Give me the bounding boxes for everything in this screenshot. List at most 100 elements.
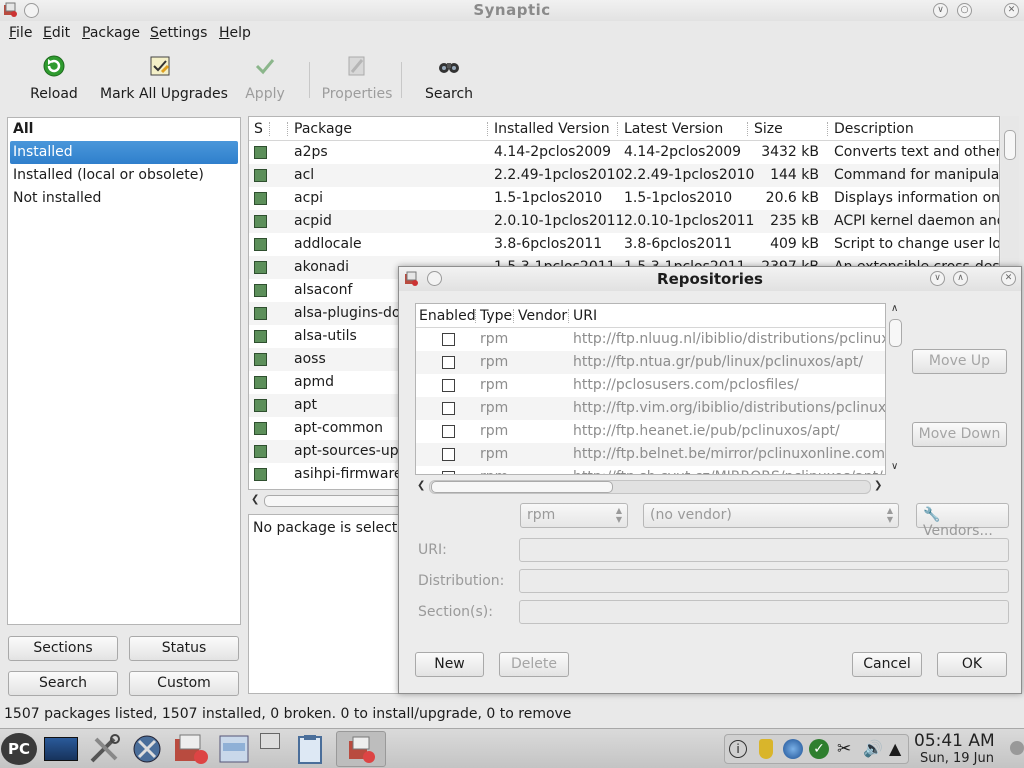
search-filter-button[interactable]: Search: [8, 671, 118, 696]
scrollbar-thumb[interactable]: [889, 319, 902, 347]
column-vendor[interactable]: Vendor: [518, 308, 567, 324]
clock-time[interactable]: 05:41 AM: [914, 731, 995, 751]
scroll-right-arrow[interactable]: ❯: [874, 480, 882, 491]
menu-package[interactable]: Package: [82, 25, 140, 41]
enabled-checkbox[interactable]: [442, 356, 455, 369]
table-row[interactable]: acpi 1.5-1pclos2010 1.5-1pclos2010 20.6 kB D…: [249, 187, 999, 210]
desktop-icon[interactable]: [44, 737, 78, 761]
repository-horizontal-scrollbar[interactable]: ❮ ❯: [415, 478, 886, 496]
table-row[interactable]: addlocale 3.8-6pclos2011 3.8-6pclos2011 409…: [249, 233, 999, 256]
dialog-title-bar[interactable]: Repositories ∨ ∧ ✕: [399, 267, 1021, 291]
installed-status-icon[interactable]: [254, 192, 267, 205]
enabled-checkbox[interactable]: [442, 402, 455, 415]
table-row[interactable]: rpm http://ftp.heanet.ie/pub/pclinuxos/ap…: [416, 420, 885, 443]
type-select[interactable]: rpm ▲ ▼: [520, 503, 628, 528]
column-status[interactable]: S: [254, 121, 263, 137]
file-manager-icon[interactable]: [217, 733, 251, 765]
table-row[interactable]: rpm http://ftp.nluug.nl/ibiblio/distribut…: [416, 328, 885, 351]
menu-file[interactable]: File: [9, 25, 32, 41]
sections-button[interactable]: Sections: [8, 636, 118, 661]
panel-edge-icon[interactable]: [1010, 741, 1024, 755]
minimize-button[interactable]: ∨: [933, 3, 948, 18]
title-bar[interactable]: Synaptic ∨ ○ ✕: [0, 0, 1024, 21]
column-installed-version[interactable]: Installed Version: [494, 121, 610, 137]
installed-status-icon[interactable]: [254, 468, 267, 481]
search-button[interactable]: Search: [424, 54, 474, 104]
taskbar-synaptic-entry[interactable]: [336, 731, 386, 767]
close-button[interactable]: ✕: [1004, 3, 1019, 18]
info-icon[interactable]: i: [729, 740, 747, 758]
scroll-left-arrow[interactable]: ❮: [417, 480, 425, 491]
reload-button[interactable]: Reload: [28, 54, 80, 104]
volume-icon[interactable]: 🔊: [863, 739, 883, 758]
enabled-checkbox[interactable]: [442, 471, 455, 474]
scrollbar-thumb[interactable]: [1004, 130, 1016, 160]
scrollbar-thumb[interactable]: [264, 495, 404, 507]
tools-icon[interactable]: [88, 733, 122, 765]
new-repository-button[interactable]: New: [415, 652, 484, 677]
installed-status-icon[interactable]: [254, 376, 267, 389]
installed-status-icon[interactable]: [254, 146, 267, 159]
column-size[interactable]: Size: [754, 121, 783, 137]
scissors-icon[interactable]: ✂: [837, 739, 851, 759]
installed-status-icon[interactable]: [254, 422, 267, 435]
scroll-up-arrow[interactable]: ∧: [891, 303, 898, 314]
column-description[interactable]: Description: [834, 121, 914, 137]
scroll-left-arrow[interactable]: ❮: [251, 494, 259, 505]
table-row[interactable]: rpm http://ftp.sh.cvut.cz/MIRRORS/pclinux…: [416, 466, 885, 474]
table-row[interactable]: acl 2.2.49-1pclos2010 2.2.49-1pclos2010 144…: [249, 164, 999, 187]
table-row[interactable]: rpm http://pclosusers.com/pclosfiles/: [416, 374, 885, 397]
menu-settings[interactable]: Settings: [150, 25, 207, 41]
filter-item-all[interactable]: All: [8, 118, 240, 141]
dialog-close-button[interactable]: ✕: [1001, 271, 1016, 286]
installed-status-icon[interactable]: [254, 215, 267, 228]
show-desktop-icon[interactable]: [260, 733, 280, 749]
scrollbar-thumb[interactable]: [431, 481, 613, 493]
column-uri[interactable]: URI: [573, 308, 597, 324]
enabled-checkbox[interactable]: [442, 333, 455, 346]
installed-status-icon[interactable]: [254, 169, 267, 182]
network-globe-icon[interactable]: [783, 739, 803, 759]
settings-icon[interactable]: [130, 733, 164, 765]
delete-repository-button[interactable]: Delete: [499, 652, 569, 677]
scroll-down-arrow[interactable]: ∨: [891, 461, 898, 472]
column-latest-version[interactable]: Latest Version: [624, 121, 723, 137]
clock-date[interactable]: Sun, 19 Jun: [920, 751, 994, 766]
apply-button[interactable]: Apply: [242, 54, 288, 104]
clipboard-icon[interactable]: [295, 733, 325, 765]
tray-expand-icon[interactable]: ▲: [889, 739, 901, 758]
installed-status-icon[interactable]: [254, 238, 267, 251]
cancel-button[interactable]: Cancel: [852, 652, 922, 677]
distribution-field[interactable]: [519, 569, 1009, 593]
menu-edit[interactable]: Edit: [43, 25, 70, 41]
menu-help[interactable]: Help: [219, 25, 251, 41]
enabled-checkbox[interactable]: [442, 448, 455, 461]
table-row[interactable]: rpm http://ftp.vim.org/ibiblio/distributi…: [416, 397, 885, 420]
mark-all-upgrades-button[interactable]: Mark All Upgrades: [100, 54, 228, 104]
installed-status-icon[interactable]: [254, 445, 267, 458]
repository-vertical-scrollbar[interactable]: ∧ ∨: [887, 303, 905, 475]
filter-item-installed[interactable]: Installed: [10, 141, 238, 164]
column-package[interactable]: Package: [294, 121, 352, 137]
column-enabled[interactable]: Enabled: [419, 308, 476, 324]
vendors-button[interactable]: 🔧Vendors...: [916, 503, 1009, 539]
installed-status-icon[interactable]: [254, 307, 267, 320]
enabled-checkbox[interactable]: [442, 425, 455, 438]
table-row[interactable]: a2ps 4.14-2pclos2009 4.14-2pclos2009 3432 k…: [249, 141, 999, 164]
maximize-button[interactable]: ○: [957, 3, 972, 18]
package-horizontal-scrollbar[interactable]: ❮: [248, 492, 408, 510]
vendor-select[interactable]: (no vendor) ▲ ▼: [643, 503, 899, 528]
status-button[interactable]: Status: [129, 636, 239, 661]
table-row[interactable]: rpm http://ftp.belnet.be/mirror/pclinuxon…: [416, 443, 885, 466]
dialog-maximize-button[interactable]: ∧: [953, 271, 968, 286]
package-manager-icon[interactable]: [172, 733, 210, 765]
installed-status-icon[interactable]: [254, 330, 267, 343]
properties-button[interactable]: Properties: [320, 54, 394, 104]
filter-item-not-installed[interactable]: Not installed: [8, 187, 240, 210]
column-type[interactable]: Type: [480, 308, 512, 324]
table-row[interactable]: acpid 2.0.10-1pclos2011 2.0.10-1pclos2011 2…: [249, 210, 999, 233]
enabled-checkbox[interactable]: [442, 379, 455, 392]
installed-status-icon[interactable]: [254, 399, 267, 412]
installed-status-icon[interactable]: [254, 284, 267, 297]
security-shield-icon[interactable]: [759, 739, 773, 759]
